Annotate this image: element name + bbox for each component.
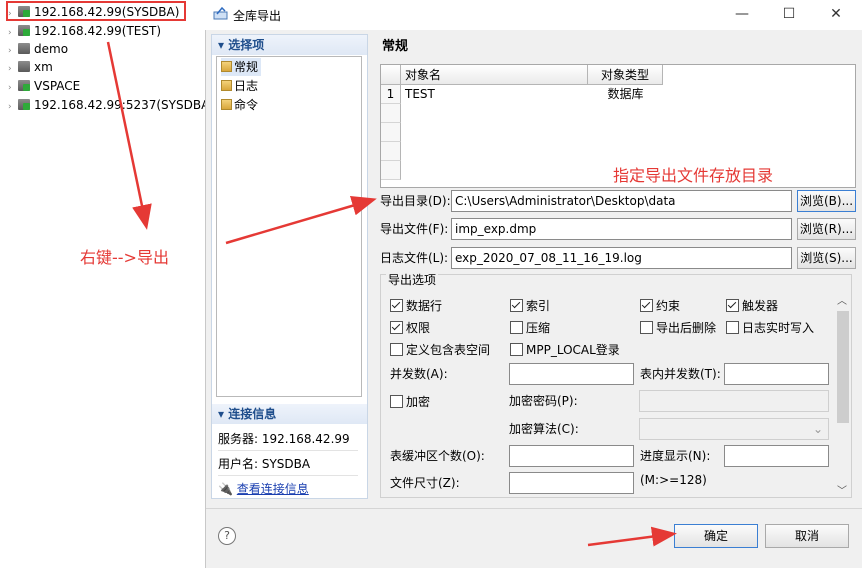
annotation-arrow-down [106,41,152,230]
annotation-arrow-dir [225,196,377,245]
annotation-arrow-ok [587,526,677,547]
annotation-arrows [106,41,677,547]
annotation-specify-dir: 指定导出文件存放目录 [613,166,774,185]
annotation-right-click-export: 右键-->导出 [80,248,169,267]
